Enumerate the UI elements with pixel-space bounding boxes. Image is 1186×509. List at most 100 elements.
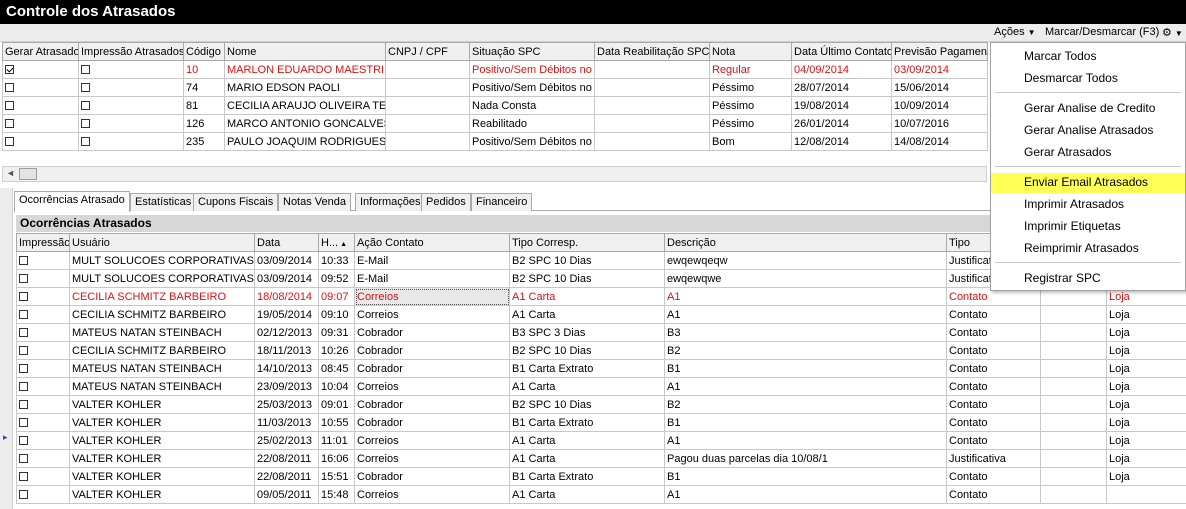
cell-extra[interactable]: Loja: [1106, 341, 1186, 360]
cell-data[interactable]: 23/09/2013: [254, 377, 319, 396]
menu-item-5[interactable]: Enviar Email Atrasados: [991, 173, 1185, 193]
cell-descricao[interactable]: B3: [664, 323, 947, 342]
cell-acao[interactable]: Cobrador: [354, 467, 510, 486]
impressao-cell[interactable]: [78, 114, 184, 133]
cell-nota[interactable]: Péssimo: [709, 78, 792, 97]
cell-data[interactable]: 25/02/2013: [254, 431, 319, 450]
cell-tipo_corresp[interactable]: B1 Carta Extrato: [509, 359, 665, 378]
column-header[interactable]: H... ▲: [318, 233, 355, 252]
table-row[interactable]: VALTER KOHLER 22/08/2011 15:51 Cobrador B1 C…: [16, 467, 1186, 486]
cell-data[interactable]: 02/12/2013: [254, 323, 319, 342]
cell-tipo_corresp[interactable]: B2 SPC 10 Dias: [509, 269, 665, 288]
cell-descricao[interactable]: A1: [664, 305, 947, 324]
cell-blank[interactable]: [1040, 413, 1107, 432]
cell-data[interactable]: 25/03/2013: [254, 395, 319, 414]
marcar-desmarcar-button[interactable]: Marcar/Desmarcar (F3): [1045, 26, 1159, 38]
column-header[interactable]: Previsão Pagamento: [891, 42, 988, 61]
cell-descricao[interactable]: ewqewqwe: [664, 269, 947, 288]
menu-item-6[interactable]: Imprimir Atrasados: [991, 195, 1185, 215]
cell-blank[interactable]: [1040, 431, 1107, 450]
column-header[interactable]: Situação SPC: [469, 42, 595, 61]
impressao-cell[interactable]: [16, 341, 70, 360]
cell-usuario[interactable]: CECILIA SCHMITZ BARBEIRO: [69, 305, 255, 324]
menu-item-9[interactable]: Registrar SPC: [991, 269, 1185, 289]
cell-codigo[interactable]: 235: [183, 132, 225, 151]
menu-item-7[interactable]: Imprimir Etiquetas: [991, 217, 1185, 237]
cell-codigo[interactable]: 74: [183, 78, 225, 97]
tab-0[interactable]: Ocorrências Atrasado: [14, 191, 130, 212]
cell-data[interactable]: 22/08/2011: [254, 467, 319, 486]
column-header[interactable]: Gerar Atrasado: [2, 42, 79, 61]
tab-1[interactable]: Estatísticas: [130, 193, 197, 211]
cell-usuario[interactable]: VALTER KOHLER: [69, 485, 255, 504]
cell-reab[interactable]: [594, 60, 710, 79]
cell-blank[interactable]: [1040, 323, 1107, 342]
cell-acao[interactable]: Correios: [354, 449, 510, 468]
cell-tipo[interactable]: Contato: [946, 359, 1041, 378]
cell-tipo[interactable]: Contato: [946, 377, 1041, 396]
cell-hora[interactable]: 10:55: [318, 413, 355, 432]
cell-acao[interactable]: Correios: [354, 431, 510, 450]
cell-usuario[interactable]: VALTER KOHLER: [69, 467, 255, 486]
cell-nome[interactable]: MARCO ANTONIO GONCALVES: [224, 114, 386, 133]
column-header[interactable]: Usuário: [69, 233, 255, 252]
gerar-atrasado-cell[interactable]: [2, 114, 79, 133]
cell-ultimo[interactable]: 04/09/2014: [791, 60, 892, 79]
scroll-thumb[interactable]: [19, 168, 37, 180]
cell-data[interactable]: 03/09/2014: [254, 269, 319, 288]
menu-item-1[interactable]: Desmarcar Todos: [991, 69, 1185, 89]
checkbox[interactable]: [5, 137, 14, 147]
gerar-atrasado-cell[interactable]: [2, 78, 79, 97]
cell-acao[interactable]: Cobrador: [354, 323, 510, 342]
cell-acao[interactable]: E-Mail: [354, 269, 510, 288]
cell-codigo[interactable]: 10: [183, 60, 225, 79]
checkbox[interactable]: [5, 83, 14, 93]
impressao-cell[interactable]: [78, 132, 184, 151]
cell-blank[interactable]: [1040, 341, 1107, 360]
cell-usuario[interactable]: MULT SOLUCOES CORPORATIVAS: [69, 269, 255, 288]
menu-item-4[interactable]: Gerar Atrasados: [991, 143, 1185, 163]
gerar-atrasado-cell[interactable]: [2, 96, 79, 115]
column-header[interactable]: Data: [254, 233, 319, 252]
cell-situacao[interactable]: Positivo/Sem Débitos no S: [469, 78, 595, 97]
cell-tipo_corresp[interactable]: A1 Carta: [509, 485, 665, 504]
cell-tipo[interactable]: Contato: [946, 413, 1041, 432]
checkbox[interactable]: [19, 346, 28, 356]
cell-hora[interactable]: 15:51: [318, 467, 355, 486]
impressao-cell[interactable]: [16, 323, 70, 342]
cell-tipo[interactable]: Justificativa: [946, 449, 1041, 468]
cell-tipo[interactable]: Contato: [946, 323, 1041, 342]
cell-usuario[interactable]: MATEUS NATAN STEINBACH: [69, 323, 255, 342]
cell-tipo_corresp[interactable]: A1 Carta: [509, 431, 665, 450]
acoes-dropdown[interactable]: Ações ▼: [994, 26, 1036, 38]
cell-data[interactable]: 19/05/2014: [254, 305, 319, 324]
cell-descricao[interactable]: ewqewqeqw: [664, 251, 947, 270]
column-header[interactable]: Nome: [224, 42, 386, 61]
cell-situacao[interactable]: Reabilitado: [469, 114, 595, 133]
tab-5[interactable]: Pedidos: [421, 193, 471, 211]
cell-tipo_corresp[interactable]: A1 Carta: [509, 305, 665, 324]
column-header[interactable]: Data Último Contato: [791, 42, 892, 61]
cell-tipo_corresp[interactable]: B1 Carta Extrato: [509, 413, 665, 432]
cell-acao[interactable]: Correios: [354, 305, 510, 324]
checkbox[interactable]: [81, 65, 90, 75]
cell-situacao[interactable]: Positivo/Sem Débitos no S: [469, 132, 595, 151]
menu-item-2[interactable]: Gerar Analise de Credito: [991, 99, 1185, 119]
checkbox[interactable]: [5, 119, 14, 129]
cell-cnpj[interactable]: [385, 132, 470, 151]
checkbox[interactable]: [19, 400, 28, 410]
impressao-cell[interactable]: [78, 60, 184, 79]
impressao-cell[interactable]: [16, 377, 70, 396]
impressao-cell[interactable]: [16, 269, 70, 288]
cell-ultimo[interactable]: 12/08/2014: [791, 132, 892, 151]
cell-descricao[interactable]: A1: [664, 377, 947, 396]
cell-usuario[interactable]: CECILIA SCHMITZ BARBEIRO: [69, 341, 255, 360]
column-header[interactable]: Tipo Corresp.: [509, 233, 665, 252]
cell-extra[interactable]: Loja: [1106, 395, 1186, 414]
cell-hora[interactable]: 10:26: [318, 341, 355, 360]
checkbox[interactable]: [19, 490, 28, 500]
cell-previsao[interactable]: 03/09/2014: [891, 60, 988, 79]
cell-tipo_corresp[interactable]: A1 Carta: [509, 377, 665, 396]
cell-usuario[interactable]: CECILIA SCHMITZ BARBEIRO: [69, 287, 255, 306]
cell-hora[interactable]: 09:07: [318, 287, 355, 306]
